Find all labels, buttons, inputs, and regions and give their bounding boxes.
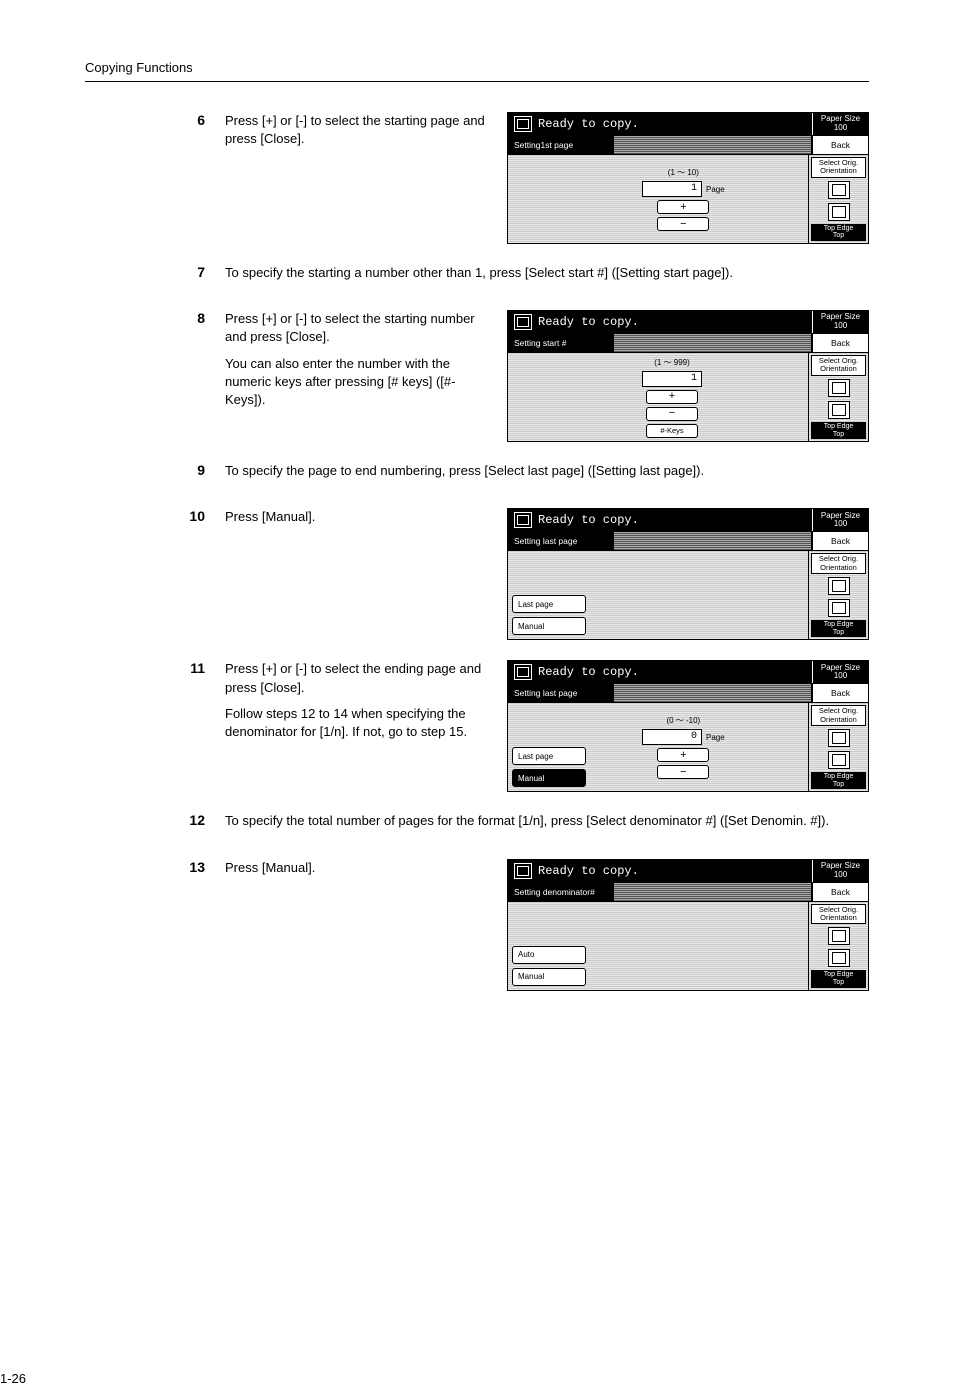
orientation-icon — [828, 751, 850, 769]
orientation-button[interactable]: Select Orig. Orientation — [811, 553, 866, 574]
orientation-icon — [828, 401, 850, 419]
back-button[interactable]: Back — [812, 334, 868, 352]
paper-size-indicator: Paper Size100 — [812, 311, 868, 333]
instruction-step: 8Press [+] or [-] to select the starting… — [85, 310, 869, 442]
copy-icon — [514, 512, 532, 528]
step-number: 7 — [85, 264, 225, 280]
top-edge-label: Top EdgeTop — [811, 224, 866, 241]
step-text: Press [Manual]. — [225, 508, 507, 534]
status-text: Ready to copy. — [538, 315, 639, 329]
instruction-step: 7To specify the starting a number other … — [85, 264, 869, 290]
step-number: 10 — [85, 508, 225, 524]
hash-keys-button[interactable]: #-Keys — [646, 424, 698, 438]
screen-title: Setting1st page — [508, 136, 613, 154]
step-number: 8 — [85, 310, 225, 326]
instruction-step: 6Press [+] or [-] to select the starting… — [85, 112, 869, 244]
plus-button[interactable]: + — [646, 390, 698, 404]
step-text: To specify the starting a number other t… — [225, 264, 869, 290]
orientation-icon — [828, 203, 850, 221]
step-text: To specify the page to end numbering, pr… — [225, 462, 869, 488]
back-button[interactable]: Back — [812, 136, 868, 154]
orientation-button[interactable]: Select Orig. Orientation — [811, 705, 866, 726]
range-label: (1 ～ 10) — [668, 167, 699, 178]
instruction-step: 12To specify the total number of pages f… — [85, 812, 869, 838]
top-edge-label: Top EdgeTop — [811, 620, 866, 637]
instruction-step: 11Press [+] or [-] to select the ending … — [85, 660, 869, 792]
step-text: Press [+] or [-] to select the starting … — [225, 310, 507, 417]
copy-icon — [514, 863, 532, 879]
copy-icon — [514, 116, 532, 132]
copier-screen: Ready to copy. Paper Size100 Setting start… — [507, 310, 869, 442]
copier-screen: Ready to copy. Paper Size100 Setting last … — [507, 660, 869, 792]
step-text: Press [Manual]. — [225, 859, 507, 885]
top-edge-label: Top EdgeTop — [811, 970, 866, 987]
minus-button[interactable]: − — [657, 765, 709, 779]
step-text: Press [+] or [-] to select the ending pa… — [225, 660, 507, 749]
copier-screen: Ready to copy. Paper Size100 Setting1st pa… — [507, 112, 869, 244]
paper-size-indicator: Paper Size100 — [812, 860, 868, 882]
back-button[interactable]: Back — [812, 684, 868, 702]
top-edge-label: Top EdgeTop — [811, 772, 866, 789]
step-number: 6 — [85, 112, 225, 128]
status-text: Ready to copy. — [538, 665, 639, 679]
range-label: (1 ～ 999) — [654, 357, 690, 368]
section-header: Copying Functions — [85, 60, 869, 82]
status-text: Ready to copy. — [538, 864, 639, 878]
step-number: 11 — [85, 660, 225, 676]
orientation-icon — [828, 379, 850, 397]
orientation-button[interactable]: Select Orig. Orientation — [811, 355, 866, 376]
screen-title: Setting last page — [508, 684, 613, 702]
screen-title: Setting denominator# — [508, 883, 613, 901]
paper-size-indicator: Paper Size100 — [812, 509, 868, 531]
option-button[interactable]: Manual — [512, 769, 586, 787]
orientation-icon — [828, 949, 850, 967]
value-display: 1 — [642, 181, 702, 197]
option-button[interactable]: Manual — [512, 617, 586, 635]
copier-screen: Ready to copy. Paper Size100 Setting denom… — [507, 859, 869, 991]
minus-button[interactable]: − — [646, 407, 698, 421]
screen-title: Setting last page — [508, 532, 613, 550]
step-number: 13 — [85, 859, 225, 875]
minus-button[interactable]: − — [657, 217, 709, 231]
paper-size-indicator: Paper Size100 — [812, 661, 868, 683]
status-text: Ready to copy. — [538, 117, 639, 131]
status-text: Ready to copy. — [538, 513, 639, 527]
copy-icon — [514, 314, 532, 330]
back-button[interactable]: Back — [812, 883, 868, 901]
top-edge-label: Top EdgeTop — [811, 422, 866, 439]
page-number: 1-26 — [0, 1371, 26, 1386]
instruction-step: 10Press [Manual]. Ready to copy. Paper Siz… — [85, 508, 869, 640]
orientation-icon — [828, 729, 850, 747]
instruction-step: 13Press [Manual]. Ready to copy. Paper Siz… — [85, 859, 869, 991]
screen-title: Setting start # — [508, 334, 613, 352]
step-text: Press [+] or [-] to select the starting … — [225, 112, 507, 156]
step-number: 12 — [85, 812, 225, 828]
step-number: 9 — [85, 462, 225, 478]
copy-icon — [514, 664, 532, 680]
orientation-icon — [828, 927, 850, 945]
step-text: To specify the total number of pages for… — [225, 812, 869, 838]
option-button[interactable]: Last page — [512, 595, 586, 613]
orientation-icon — [828, 599, 850, 617]
instruction-step: 9To specify the page to end numbering, p… — [85, 462, 869, 488]
option-button[interactable]: Auto — [512, 946, 586, 964]
plus-button[interactable]: + — [657, 200, 709, 214]
paper-size-indicator: Paper Size100 — [812, 113, 868, 135]
value-display: 0 — [642, 729, 702, 745]
option-button[interactable]: Manual — [512, 968, 586, 986]
back-button[interactable]: Back — [812, 532, 868, 550]
orientation-button[interactable]: Select Orig. Orientation — [811, 904, 866, 925]
copier-screen: Ready to copy. Paper Size100 Setting last … — [507, 508, 869, 640]
orientation-icon — [828, 181, 850, 199]
orientation-button[interactable]: Select Orig. Orientation — [811, 157, 866, 178]
range-label: (0 ～ -10) — [666, 715, 700, 726]
orientation-icon — [828, 577, 850, 595]
option-button[interactable]: Last page — [512, 747, 586, 765]
plus-button[interactable]: + — [657, 748, 709, 762]
value-display: 1 — [642, 371, 702, 387]
